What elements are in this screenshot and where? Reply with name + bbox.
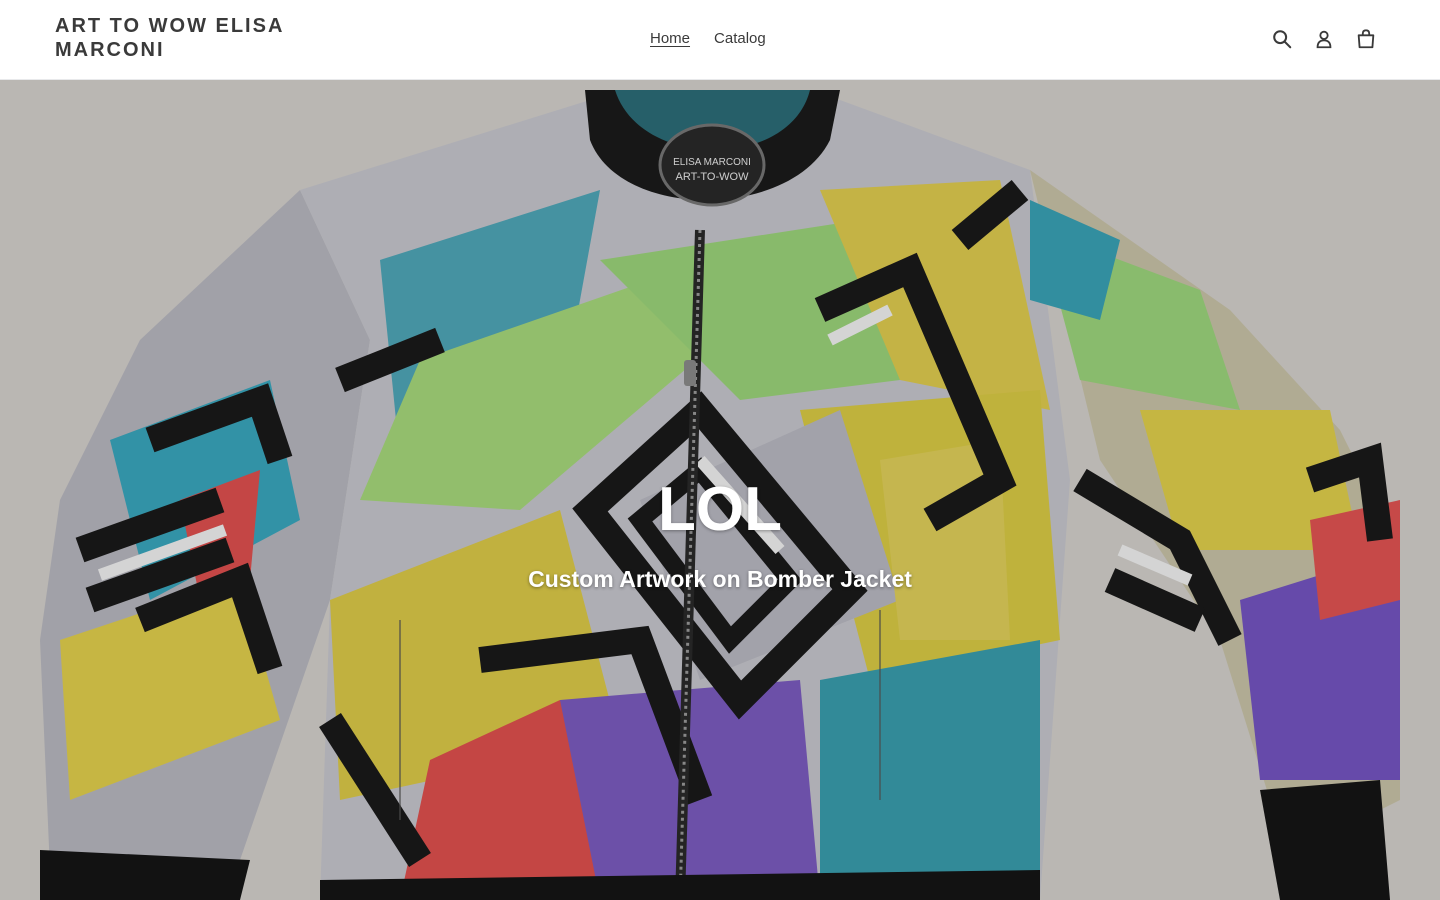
nav-link-home[interactable]: Home — [650, 28, 690, 50]
site-header: ART TO WOW ELISA MARCONI Home Catalog — [0, 0, 1440, 80]
hero-banner[interactable]: ELISA MARCONI ART-TO-WOW LOL Custom Artw… — [0, 80, 1440, 900]
store-logo[interactable]: ART TO WOW ELISA MARCONI — [55, 14, 315, 62]
search-icon[interactable] — [1270, 26, 1294, 52]
hero-title: LOL — [658, 475, 782, 544]
account-icon[interactable] — [1312, 26, 1336, 52]
hero-text: LOL Custom Artwork on Bomber Jacket — [0, 475, 1440, 593]
header-icons — [1270, 26, 1378, 52]
hero-subtitle: Custom Artwork on Bomber Jacket — [528, 566, 912, 592]
nav-link-catalog[interactable]: Catalog — [714, 28, 766, 50]
cart-icon[interactable] — [1354, 26, 1378, 52]
main-navigation: Home Catalog — [650, 28, 766, 50]
